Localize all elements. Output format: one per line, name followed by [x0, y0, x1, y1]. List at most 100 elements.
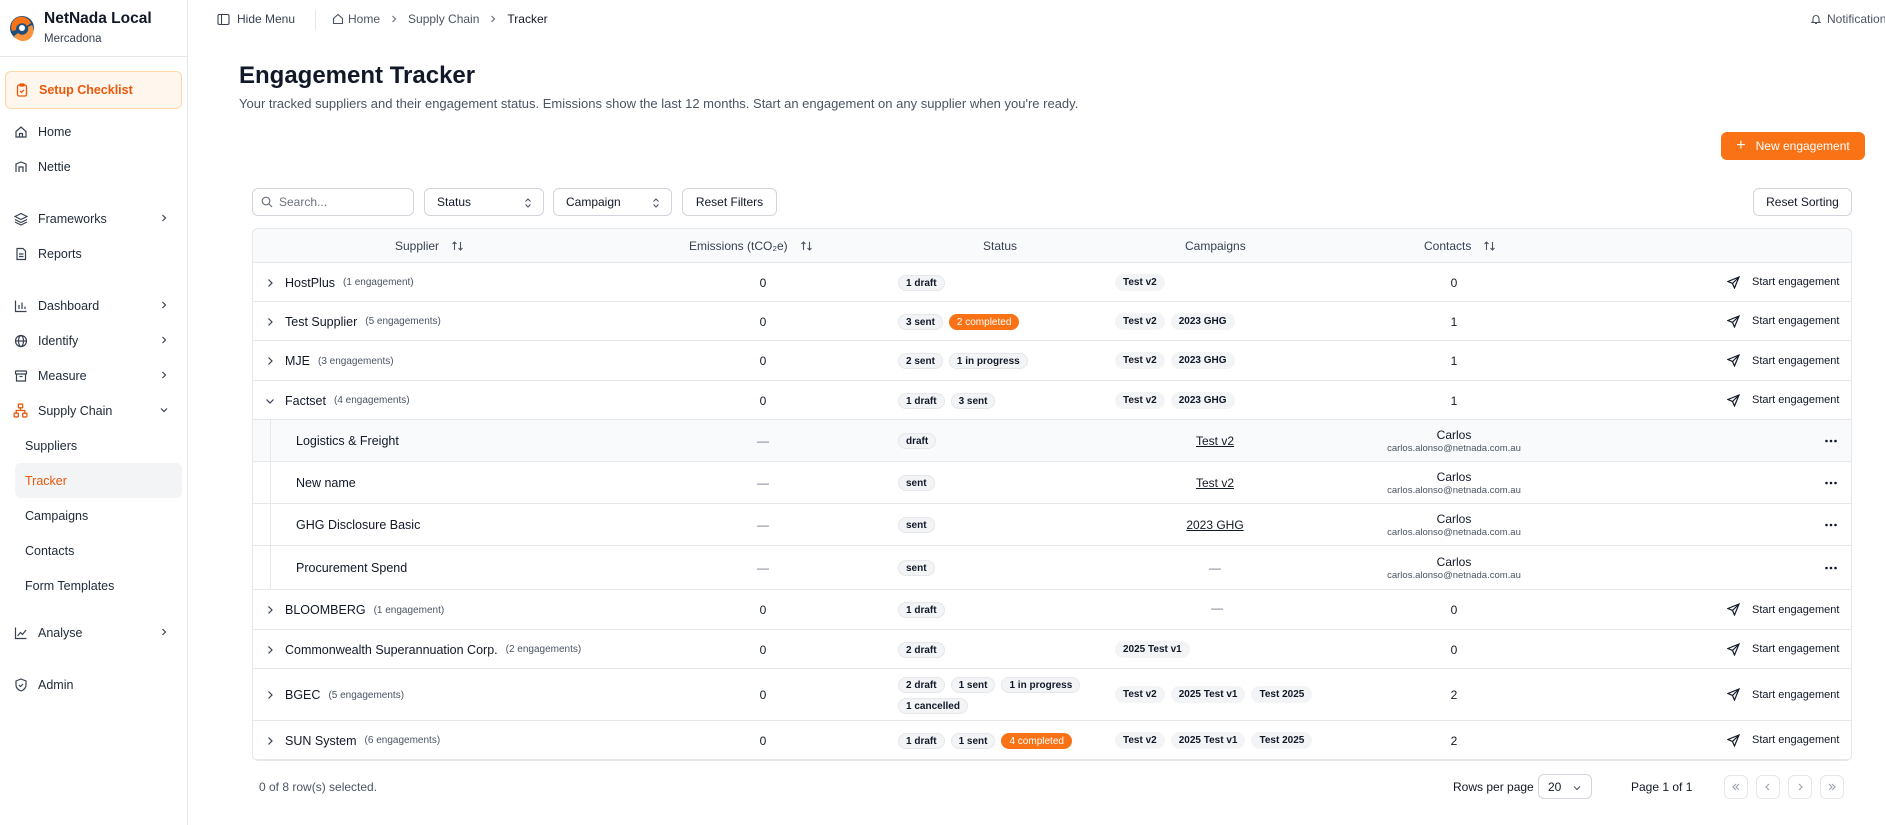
sidebar-item-setup-checklist[interactable]: Setup Checklist: [5, 71, 182, 109]
sidebar-item-admin[interactable]: Admin: [5, 667, 182, 702]
start-engagement-button[interactable]: Start engagement: [1727, 733, 1840, 747]
sidebar-item-label: Nettie: [38, 159, 71, 174]
start-engagement-button[interactable]: Start engagement: [1727, 314, 1839, 328]
start-engagement-button[interactable]: Start engagement: [1727, 393, 1839, 407]
start-engagement-button[interactable]: Start engagement: [1727, 354, 1839, 367]
status-badge: 1 cancelled: [898, 698, 968, 714]
chevron-right-icon[interactable]: [263, 315, 277, 329]
status-badge: 4 completed: [1001, 732, 1072, 749]
new-engagement-button[interactable]: + New engagement: [1721, 132, 1865, 160]
table-row[interactable]: Commonwealth Superannuation Corp. (2 enga…: [253, 630, 1851, 669]
table-row[interactable]: MJE (3 engagements) 0 2 sent 1 in progress Te…: [253, 341, 1851, 381]
sidebar-item-label: Supply Chain: [38, 403, 113, 418]
table-row[interactable]: BLOOMBERG (1 engagement) 0 1 draft — 0 Start e…: [253, 590, 1851, 630]
sidebar-item-label: Setup Checklist: [39, 83, 133, 97]
sidebar-item-identify[interactable]: Identify: [5, 323, 182, 358]
reset-filters-button[interactable]: Reset Filters: [682, 188, 777, 216]
emissions-value: —: [757, 434, 769, 448]
column-supplier[interactable]: Supplier: [395, 239, 464, 253]
sidebar-item-frameworks[interactable]: Frameworks: [5, 201, 182, 236]
first-page-button[interactable]: [1724, 775, 1748, 799]
status-badge: 2 draft: [898, 677, 945, 693]
rows-per-page-label: Rows per page: [1453, 780, 1534, 794]
contact-email: carlos.alonso@netnada.com.au: [1387, 527, 1521, 538]
start-engagement-button[interactable]: Start engagement: [1727, 275, 1839, 289]
hide-menu-button[interactable]: Hide Menu: [217, 12, 295, 26]
chevron-right-icon: [389, 14, 399, 24]
start-engagement-label: Start engagement: [1752, 643, 1840, 655]
start-engagement-label: Start engagement: [1752, 354, 1840, 367]
engagement-name: New name: [296, 476, 356, 490]
sidebar-sub-form-templates[interactable]: Form Templates: [5, 568, 182, 603]
sidebar-sub-campaigns[interactable]: Campaigns: [5, 498, 182, 533]
chevron-down-icon[interactable]: [263, 394, 277, 408]
breadcrumb-supply-chain[interactable]: Supply Chain: [408, 12, 479, 26]
sidebar-sub-tracker[interactable]: Tracker: [15, 463, 182, 498]
sidebar-sub-suppliers[interactable]: Suppliers: [5, 428, 182, 463]
reset-sorting-button[interactable]: Reset Sorting: [1753, 188, 1852, 216]
previous-page-button[interactable]: [1756, 775, 1780, 799]
sidebar: NetNada Local Mercadona Setup Checklist …: [0, 0, 188, 825]
column-status: Status: [983, 239, 1018, 253]
sidebar-item-analyse[interactable]: Analyse: [5, 615, 182, 650]
engagement-row[interactable]: Procurement Spend — sent — Carlos carlos.alon…: [253, 546, 1851, 590]
more-actions-icon[interactable]: [1823, 560, 1839, 576]
chevron-right-icon[interactable]: [263, 643, 277, 657]
campaign-link[interactable]: Test v2: [1196, 476, 1234, 490]
sidebar-item-home[interactable]: Home: [5, 114, 182, 149]
sidebar-item-dashboard[interactable]: Dashboard: [5, 288, 182, 323]
next-page-button[interactable]: [1788, 775, 1812, 799]
status-badge: 2 draft: [898, 641, 945, 658]
supplier-name: Test Supplier: [285, 314, 358, 329]
table-row[interactable]: Test Supplier (5 engagements) 0 3 sent 2 com…: [253, 302, 1851, 341]
start-engagement-button[interactable]: Start engagement: [1727, 642, 1840, 656]
column-campaigns: Campaigns: [1185, 239, 1246, 253]
sort-icon: [1484, 241, 1496, 251]
chevron-right-icon[interactable]: [263, 603, 277, 617]
selection-count: 0 of 8 row(s) selected.: [259, 780, 378, 794]
table-row[interactable]: SUN System (6 engagements) 0 1 draft 1 sent 4…: [253, 721, 1851, 760]
sidebar-item-nettie[interactable]: Nettie: [5, 149, 182, 184]
sidebar-sub-contacts[interactable]: Contacts: [5, 533, 182, 568]
chevron-right-icon[interactable]: [263, 276, 277, 290]
more-actions-icon[interactable]: [1823, 433, 1839, 449]
divider: [315, 10, 316, 30]
start-engagement-label: Start engagement: [1752, 688, 1840, 701]
breadcrumb-home[interactable]: Home: [348, 12, 380, 26]
engagement-row[interactable]: New name — sent Test v2 Carlos carlos.alonso@…: [253, 462, 1851, 504]
chevron-right-icon[interactable]: [263, 354, 277, 368]
table-row[interactable]: BGEC (5 engagements) 0 2 draft 1 sent 1 in pr…: [253, 669, 1851, 721]
supplier-name: Factset: [285, 393, 326, 408]
last-page-button[interactable]: [1820, 775, 1844, 799]
layers-icon: [13, 211, 28, 226]
chevron-right-icon[interactable]: [263, 734, 277, 748]
notifications-button[interactable]: Notification: [1810, 12, 1885, 26]
campaign-link[interactable]: 2023 GHG: [1186, 518, 1243, 532]
contact-email: carlos.alonso@netnada.com.au: [1387, 570, 1521, 581]
column-emissions[interactable]: Emissions (tCO₂e): [689, 239, 813, 253]
campaign-filter[interactable]: Campaign: [553, 188, 672, 216]
search-input[interactable]: [279, 195, 399, 209]
status-filter[interactable]: Status: [424, 188, 544, 216]
sidebar-item-reports[interactable]: Reports: [5, 236, 182, 271]
engagement-row[interactable]: GHG Disclosure Basic — sent 2023 GHG Carlos c…: [253, 504, 1851, 546]
contact-email: carlos.alonso@netnada.com.au: [1387, 485, 1521, 496]
table-row[interactable]: Factset (4 engagements) 0 1 draft 3 sent Test…: [253, 381, 1851, 420]
supplier-name: BGEC: [285, 688, 321, 702]
chevron-right-icon[interactable]: [263, 688, 277, 702]
start-engagement-label: Start engagement: [1752, 734, 1840, 746]
start-engagement-button[interactable]: Start engagement: [1727, 603, 1839, 616]
rows-per-page-select[interactable]: 20: [1538, 774, 1592, 799]
column-contacts[interactable]: Contacts: [1424, 239, 1496, 253]
sidebar-item-measure[interactable]: Measure: [5, 358, 182, 393]
campaign-link[interactable]: Test v2: [1196, 434, 1234, 448]
more-actions-icon[interactable]: [1823, 517, 1839, 533]
start-engagement-button[interactable]: Start engagement: [1727, 688, 1839, 701]
bell-icon: [1810, 15, 1822, 25]
more-actions-icon[interactable]: [1823, 475, 1839, 491]
brand-header[interactable]: NetNada Local Mercadona: [0, 0, 187, 57]
engagement-row[interactable]: Logistics & Freight — draft Test v2 Carlos ca…: [253, 420, 1851, 462]
line-chart-icon: [13, 625, 28, 640]
sidebar-item-supply-chain[interactable]: Supply Chain: [5, 393, 182, 428]
table-row[interactable]: HostPlus (1 engagement) 0 1 draft Test v2 0 St…: [253, 263, 1851, 302]
